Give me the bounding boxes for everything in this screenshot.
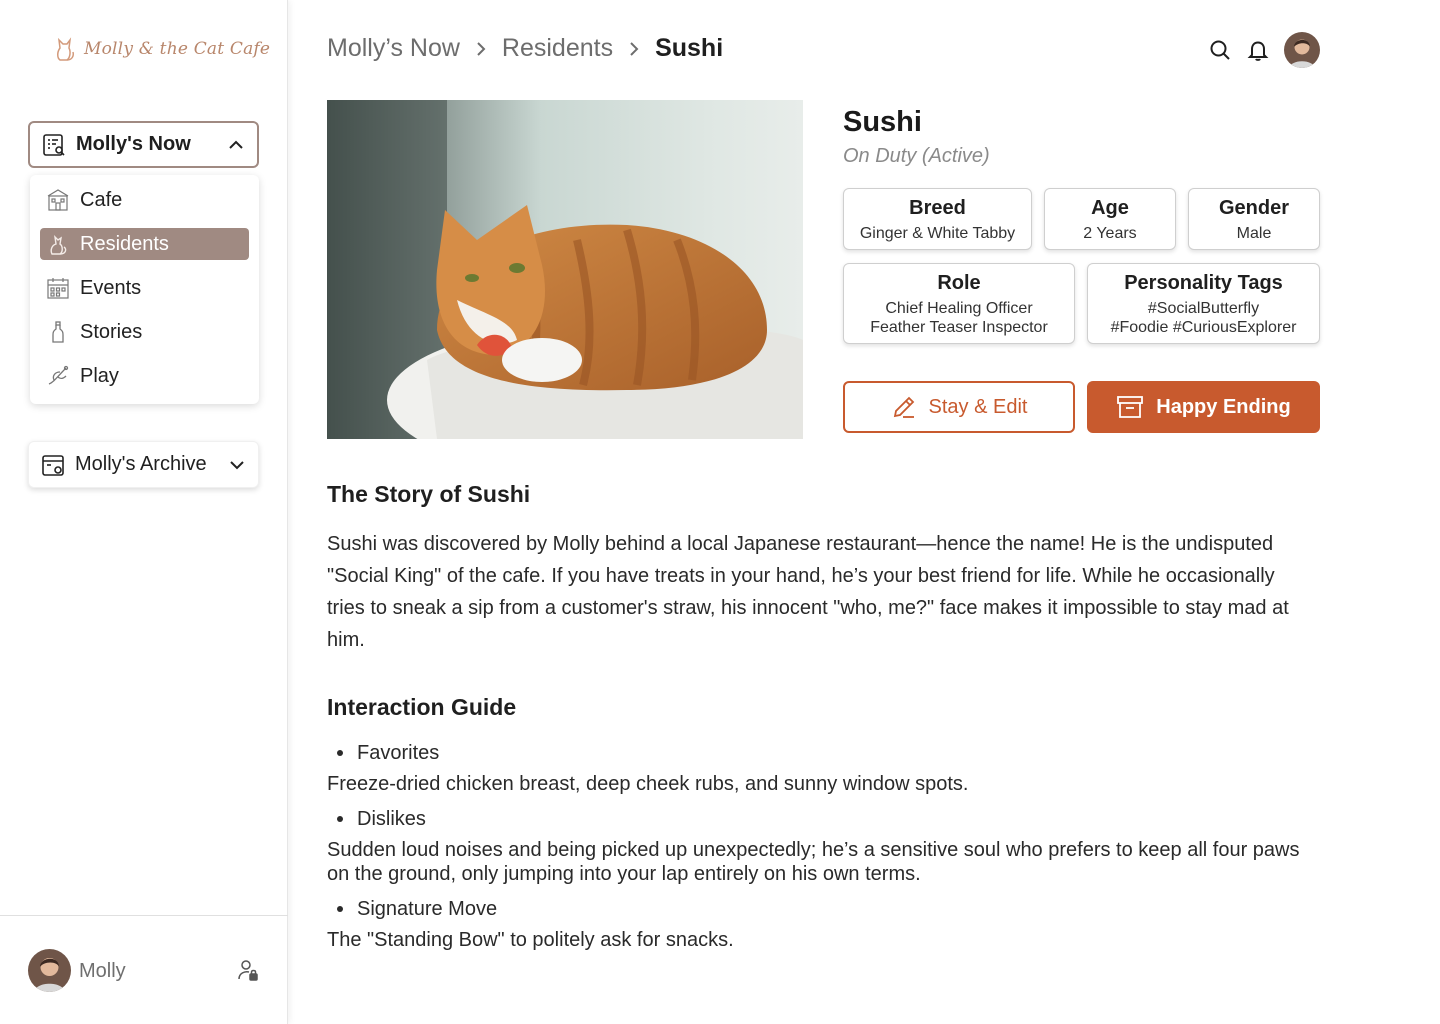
brand-name: Molly & the Cat Cafe — [84, 39, 271, 59]
card-value: Ginger & White Tabby — [859, 225, 1016, 242]
user-avatar-image — [28, 949, 71, 992]
gender-card: Gender Male — [1188, 188, 1320, 250]
sidebar-item-label: Events — [80, 276, 142, 299]
sidebar-item-stories[interactable]: Stories — [40, 316, 249, 348]
feather-toy-icon — [48, 365, 69, 385]
guide-item-text: Freeze-dried chicken breast, deep cheek … — [327, 773, 969, 795]
sidebar-item-events[interactable]: Events — [40, 272, 249, 304]
card-title: Personality Tags — [1124, 272, 1283, 294]
age-card: Age 2 Years — [1044, 188, 1176, 250]
card-value: #Foodie #CuriousExplorer — [1110, 319, 1297, 336]
sidebar-item-play[interactable]: Play — [40, 360, 249, 392]
search-icon — [1210, 40, 1230, 60]
story-title: The Story of Sushi — [327, 481, 531, 507]
user-lock-icon — [238, 960, 258, 981]
nav-section-label: Molly's Now — [76, 133, 191, 155]
nav-section-label: Molly's Archive — [75, 453, 207, 475]
pencil-icon — [893, 396, 914, 418]
sidebar-item-cafe[interactable]: Cafe — [40, 184, 249, 216]
notifications-button[interactable] — [1246, 38, 1270, 62]
chevron-up-icon[interactable] — [227, 136, 245, 154]
guide-item-text: Sudden loud noises and being picked up u… — [327, 839, 1300, 885]
breadcrumb-current: Sushi — [655, 34, 724, 62]
card-title: Gender — [1218, 197, 1290, 219]
interaction-guide: Favorites Freeze-dried chicken breast, d… — [327, 740, 1327, 962]
card-value: 2 Years — [1083, 225, 1137, 242]
story-text: Sushi was discovered by Molly behind a l… — [327, 533, 1289, 651]
calendar-icon — [47, 278, 69, 299]
card-value: Chief Healing Officer — [885, 300, 1033, 317]
sidebar-item-label: Stories — [80, 320, 143, 343]
header-avatar[interactable] — [1284, 32, 1320, 68]
card-title: Age — [1091, 197, 1129, 219]
bell-icon — [1247, 41, 1269, 61]
sidebar-item-label: Residents — [80, 232, 169, 255]
role-card: Role Chief Healing Officer Feather Tease… — [843, 263, 1075, 344]
breadcrumb-residents[interactable]: Residents — [502, 34, 613, 63]
list-search-icon — [43, 133, 65, 156]
cat-icon — [50, 235, 67, 255]
sidebar: Molly & the Cat Cafe Molly's Now Cafe Re… — [0, 0, 288, 1024]
search-button[interactable] — [1208, 38, 1232, 62]
archive-box-icon — [42, 454, 64, 476]
profile-status: On Duty (Active) — [843, 145, 990, 167]
user-name: Molly — [79, 960, 126, 982]
guide-title: Interaction Guide — [327, 694, 517, 720]
card-value: Feather Teaser Inspector — [870, 319, 1048, 336]
nav-section-mollys-now[interactable]: Molly's Now — [28, 121, 259, 168]
guide-item-text: The "Standing Bow" to politely ask for s… — [327, 929, 734, 951]
happy-ending-button[interactable]: Happy Ending — [1087, 381, 1320, 433]
sidebar-item-label: Play — [80, 364, 119, 387]
header-actions — [1208, 32, 1320, 68]
chevron-right-icon — [630, 41, 639, 56]
button-label: Stay & Edit — [928, 395, 1028, 418]
card-title: Breed — [909, 197, 966, 219]
brand-logo[interactable]: Molly & the Cat Cafe — [54, 36, 270, 62]
cafe-building-icon — [47, 189, 69, 211]
chevron-right-icon — [477, 41, 486, 56]
nav-section-mollys-archive[interactable]: Molly's Archive — [28, 441, 259, 488]
guide-item-label: Signature Move — [327, 896, 1327, 922]
breed-card: Breed Ginger & White Tabby — [843, 188, 1032, 250]
card-value: #SocialButterfly — [1147, 300, 1260, 317]
button-label: Happy Ending — [1156, 395, 1291, 418]
sidebar-footer: Molly — [0, 915, 288, 1024]
chevron-down-icon[interactable] — [228, 456, 246, 474]
cat-photo-image — [327, 100, 803, 439]
bottle-icon — [52, 321, 64, 343]
cat-logo-icon — [57, 37, 74, 61]
breadcrumb: Molly’s Now Residents Sushi — [327, 34, 723, 63]
nav-dropdown: Cafe Residents Events Stories Play — [30, 175, 259, 404]
archive-icon — [1117, 396, 1144, 418]
user-avatar-image — [1284, 32, 1320, 68]
sidebar-item-residents[interactable]: Residents — [40, 228, 249, 260]
card-title: Role — [937, 272, 981, 294]
resident-photo — [327, 100, 803, 439]
card-value: Male — [1236, 225, 1272, 242]
profile-name: Sushi — [843, 106, 922, 138]
breadcrumb-mollys-now[interactable]: Molly’s Now — [327, 34, 460, 63]
sidebar-item-label: Cafe — [80, 188, 123, 211]
user-lock-button[interactable] — [236, 958, 260, 987]
personality-tags-card: Personality Tags #SocialButterfly #Foodi… — [1087, 263, 1320, 344]
guide-item-label: Dislikes — [327, 806, 1327, 832]
guide-item-label: Favorites — [327, 740, 1327, 766]
avatar[interactable] — [28, 949, 71, 992]
stay-edit-button[interactable]: Stay & Edit — [843, 381, 1075, 433]
